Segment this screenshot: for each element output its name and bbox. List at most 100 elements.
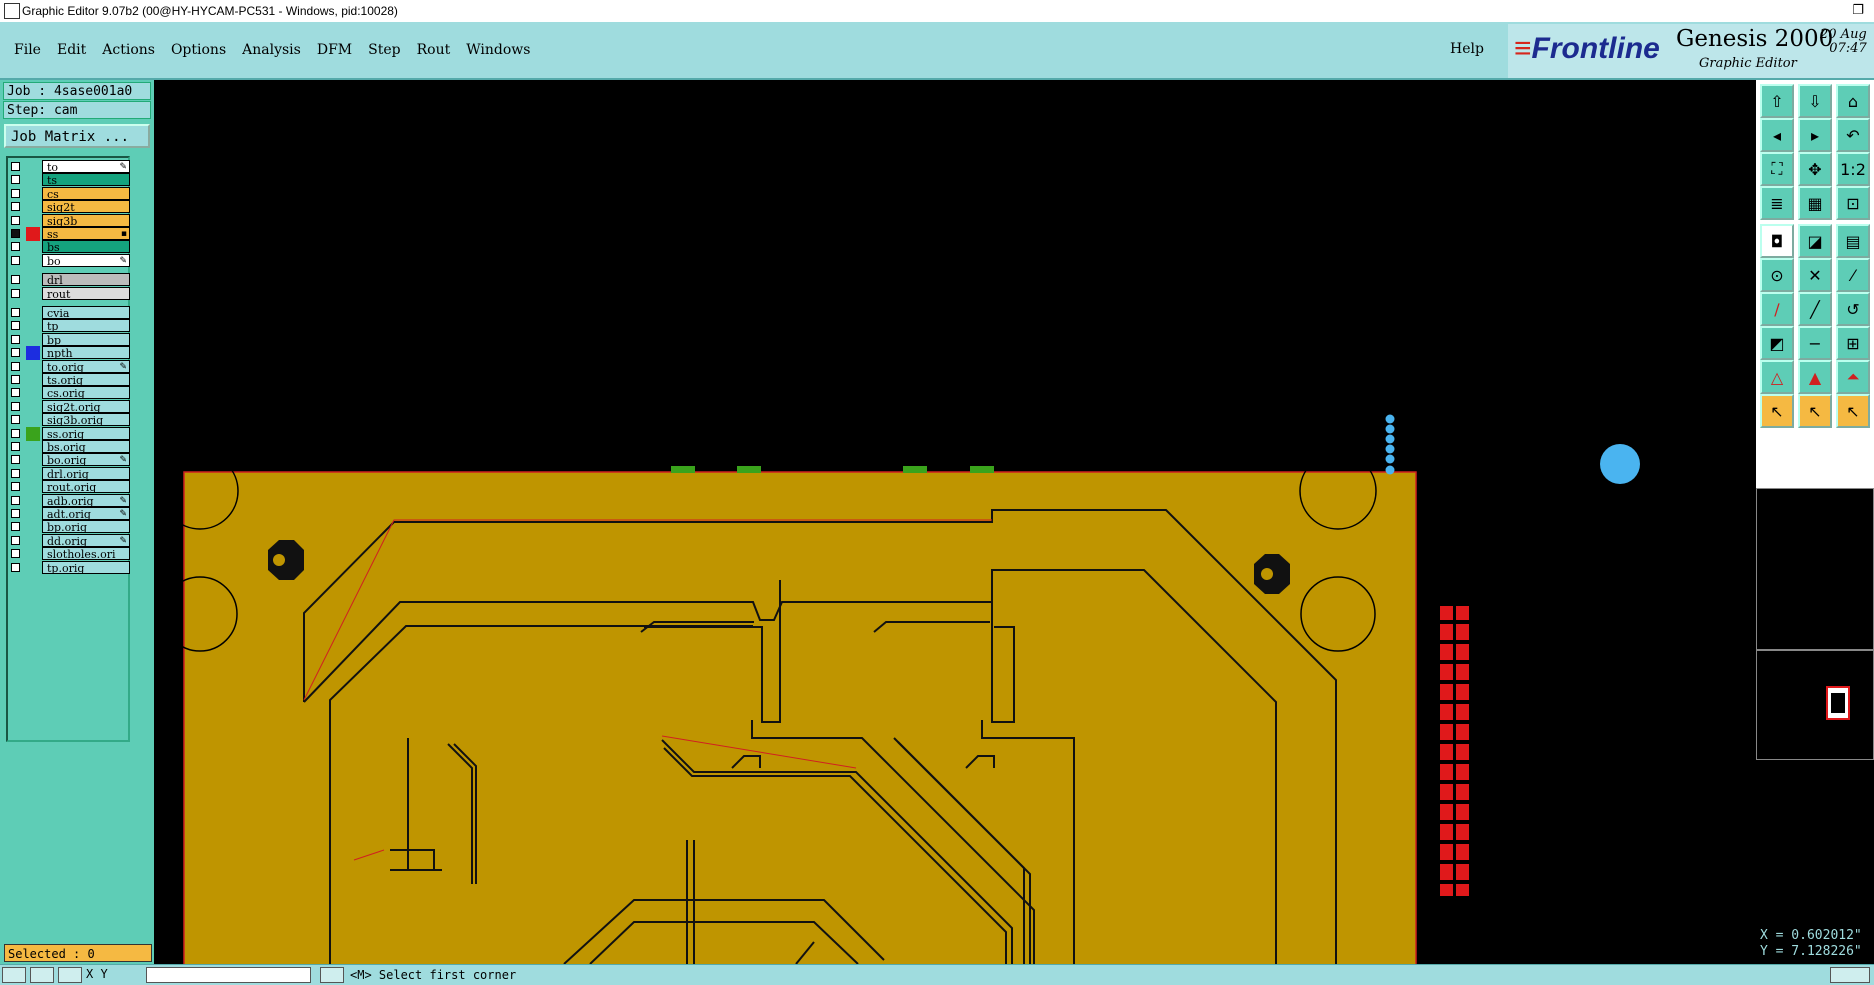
layer-name[interactable]: bs bbox=[42, 240, 130, 254]
layer-name[interactable]: npth bbox=[42, 346, 130, 360]
ruler-icon[interactable]: ▤ bbox=[1836, 224, 1870, 258]
layer-row-cs[interactable]: cs bbox=[8, 186, 130, 201]
zoom-ratio-icon[interactable]: 1:2 bbox=[1836, 152, 1870, 186]
slash-icon[interactable]: ╱ bbox=[1798, 292, 1832, 326]
cross-icon[interactable]: ✕ bbox=[1798, 258, 1832, 292]
shape-icon[interactable]: ◪ bbox=[1798, 224, 1832, 258]
layer-swatch[interactable] bbox=[26, 273, 40, 287]
layer-checkbox[interactable] bbox=[11, 321, 20, 331]
layer-checkbox[interactable] bbox=[11, 175, 20, 185]
menu-analysis[interactable]: Analysis bbox=[234, 42, 309, 58]
menu-step[interactable]: Step bbox=[360, 42, 408, 58]
layer-swatch[interactable] bbox=[26, 254, 40, 268]
layer-name[interactable]: bo.orig ✎ bbox=[42, 453, 130, 467]
layer-swatch[interactable] bbox=[26, 227, 40, 241]
undo-zoom-icon[interactable]: ↶ bbox=[1836, 118, 1870, 152]
layer-row-to[interactable]: to ✎ bbox=[8, 160, 130, 174]
pointer2-icon[interactable]: ↖ bbox=[1798, 394, 1832, 428]
pointer-icon[interactable]: ↖ bbox=[1760, 394, 1794, 428]
corner-icon[interactable]: ◩ bbox=[1760, 326, 1794, 360]
layer-row-bp[interactable]: bp bbox=[8, 332, 130, 347]
layer-name[interactable]: rout.orig bbox=[42, 480, 130, 494]
layer-checkbox[interactable] bbox=[11, 482, 20, 492]
triangle3-icon[interactable]: ⏶ bbox=[1836, 360, 1870, 394]
status-toggle-3[interactable] bbox=[58, 967, 82, 983]
layer-checkbox[interactable] bbox=[11, 334, 20, 344]
menu-windows[interactable]: Windows bbox=[458, 42, 538, 58]
layer-name[interactable]: sig2t bbox=[42, 200, 130, 214]
layer-checkbox[interactable] bbox=[11, 455, 20, 465]
layer-checkbox[interactable] bbox=[11, 229, 20, 238]
measure-icon[interactable]: ⊞ bbox=[1836, 326, 1870, 360]
move-up-icon[interactable]: ⇧ bbox=[1760, 84, 1794, 118]
arc-icon[interactable]: ↺ bbox=[1836, 292, 1870, 326]
fill-icon[interactable]: ◘ bbox=[1760, 224, 1794, 258]
layer-row-adb.orig[interactable]: adb.orig ✎ bbox=[8, 493, 130, 508]
layer-checkbox[interactable] bbox=[11, 535, 20, 545]
layer-checkbox[interactable] bbox=[11, 562, 20, 572]
layer-swatch[interactable] bbox=[26, 160, 40, 174]
layer-row-npth[interactable]: npth bbox=[8, 346, 130, 361]
layers-icon[interactable]: ≣ bbox=[1760, 186, 1794, 220]
layer-checkbox[interactable] bbox=[11, 288, 20, 298]
move-down-icon[interactable]: ⇩ bbox=[1798, 84, 1832, 118]
layer-name[interactable]: cs bbox=[42, 186, 130, 200]
layer-swatch[interactable] bbox=[26, 547, 40, 561]
layer-checkbox[interactable] bbox=[11, 242, 20, 252]
layer-row-bo[interactable]: bo ✎ bbox=[8, 253, 130, 268]
line-icon[interactable]: ⁄ bbox=[1836, 258, 1870, 292]
grid-icon[interactable]: ▦ bbox=[1798, 186, 1832, 220]
layer-name[interactable]: sig2t.orig bbox=[42, 399, 130, 413]
layer-swatch[interactable] bbox=[26, 360, 40, 374]
layer-swatch[interactable] bbox=[26, 453, 40, 467]
triangle2-icon[interactable]: ▲ bbox=[1798, 360, 1832, 394]
layer-checkbox[interactable] bbox=[11, 522, 20, 532]
menu-rout[interactable]: Rout bbox=[409, 42, 459, 58]
layer-row-dd.orig[interactable]: dd.orig ✎ bbox=[8, 533, 130, 548]
menu-edit[interactable]: Edit bbox=[49, 42, 94, 58]
snap-icon[interactable]: ⊡ bbox=[1836, 186, 1870, 220]
layer-name[interactable]: ts.orig bbox=[42, 373, 130, 386]
layer-swatch[interactable] bbox=[26, 426, 40, 441]
layer-name[interactable]: sig3b bbox=[42, 213, 130, 227]
layer-row-adt.orig[interactable]: adt.orig ✎ bbox=[8, 507, 130, 521]
layer-checkbox[interactable] bbox=[11, 162, 20, 171]
layer-swatch[interactable] bbox=[26, 386, 40, 400]
layer-row-to.orig[interactable]: to.orig ✎ bbox=[8, 359, 130, 374]
layer-checkbox[interactable] bbox=[11, 428, 20, 438]
layer-name[interactable]: cvia bbox=[42, 306, 130, 319]
layer-swatch[interactable] bbox=[26, 467, 40, 481]
zoom-center-icon[interactable]: ✥ bbox=[1798, 152, 1832, 186]
layer-swatch[interactable] bbox=[26, 306, 40, 320]
layer-checkbox[interactable] bbox=[11, 255, 20, 265]
layer-row-ss[interactable]: ss ▪ bbox=[8, 227, 130, 241]
layer-checkbox[interactable] bbox=[11, 202, 20, 212]
layer-swatch[interactable] bbox=[26, 534, 40, 548]
layer-row-rout[interactable]: rout bbox=[8, 286, 130, 301]
layer-checkbox[interactable] bbox=[11, 549, 20, 559]
layer-swatch[interactable] bbox=[26, 287, 40, 301]
layer-row-tp.orig[interactable]: tp.orig bbox=[8, 560, 130, 575]
layer-swatch[interactable] bbox=[26, 173, 40, 187]
layer-checkbox[interactable] bbox=[11, 361, 20, 371]
layer-row-sig3b[interactable]: sig3b bbox=[8, 213, 130, 228]
triangle-icon[interactable]: △ bbox=[1760, 360, 1794, 394]
status-toggle-1[interactable] bbox=[2, 967, 26, 983]
layer-name[interactable]: drl bbox=[42, 273, 130, 287]
layer-checkbox[interactable] bbox=[11, 495, 20, 505]
layer-swatch[interactable] bbox=[26, 333, 40, 347]
layer-checkbox[interactable] bbox=[11, 442, 20, 451]
layer-checkbox[interactable] bbox=[11, 188, 20, 198]
layer-name[interactable]: bp.orig bbox=[42, 520, 130, 534]
home-icon[interactable]: ⌂ bbox=[1836, 84, 1870, 118]
pad-icon[interactable]: ⊙ bbox=[1760, 258, 1794, 292]
layer-swatch[interactable] bbox=[26, 561, 40, 575]
layer-name[interactable]: bs.orig bbox=[42, 440, 130, 453]
layer-swatch[interactable] bbox=[26, 413, 40, 427]
layer-swatch[interactable] bbox=[26, 494, 40, 508]
layer-swatch[interactable] bbox=[26, 400, 40, 414]
layer-row-ss.orig[interactable]: ss.orig bbox=[8, 426, 130, 441]
menu-dfm[interactable]: DFM bbox=[309, 42, 360, 58]
pan-left-icon[interactable]: ◂ bbox=[1760, 118, 1794, 152]
layer-swatch[interactable] bbox=[26, 520, 40, 534]
